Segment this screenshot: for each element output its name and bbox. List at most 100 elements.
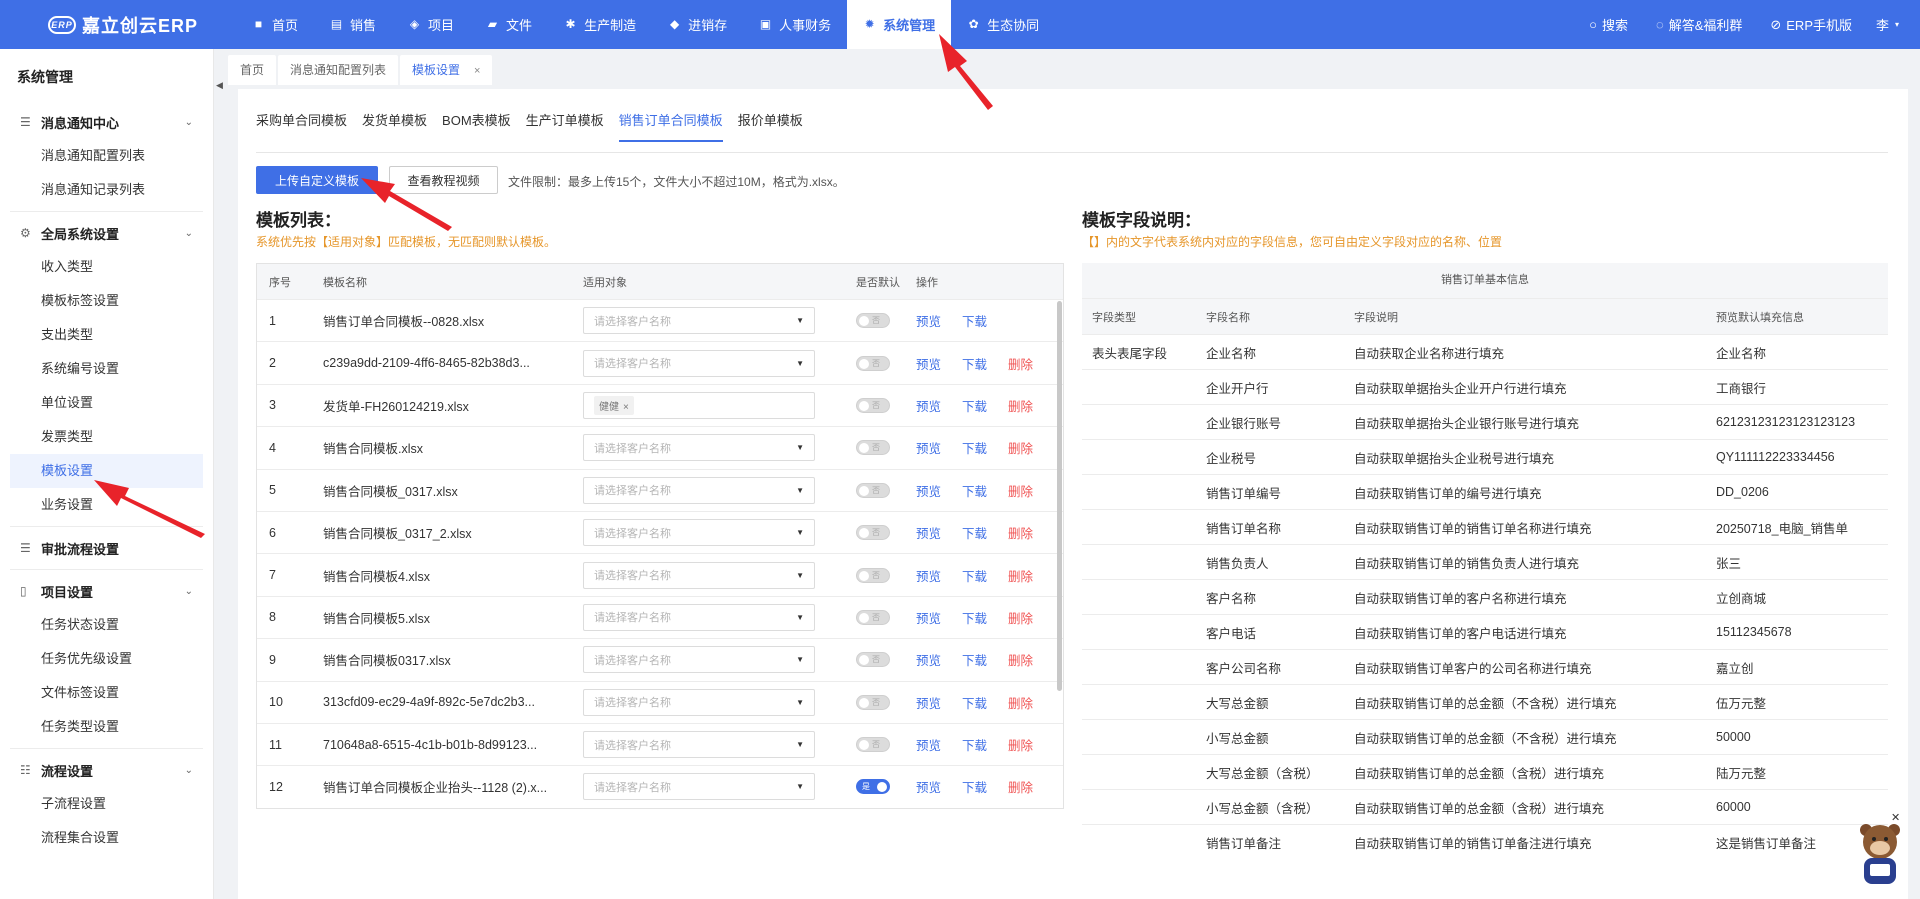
sidebar-item-task-status[interactable]: 任务状态设置 [0, 608, 213, 642]
upload-template-button[interactable]: 上传自定义模板 [256, 166, 378, 194]
nav-item-5[interactable]: ◆ 进销存 [652, 0, 743, 49]
nav-item-6[interactable]: ▣ 人事财务 [743, 0, 847, 49]
preview-link[interactable]: 预览 [916, 608, 941, 627]
preview-link[interactable]: 预览 [916, 566, 941, 585]
tab-home[interactable]: 首页 [228, 55, 277, 85]
app-logo[interactable]: ERP 嘉立创云ERP [0, 0, 236, 49]
mobile-app-button[interactable]: ⊘ ERP手机版 [1756, 15, 1866, 34]
download-link[interactable]: 下载 [962, 650, 987, 669]
subtab-5[interactable]: 报价单模板 [738, 110, 818, 143]
sidebar-group-global[interactable]: ⚙ 全局系统设置 ⌄ [0, 216, 213, 250]
sidebar-group-flow[interactable]: ☷ 流程设置 ⌄ [0, 753, 213, 787]
delete-link[interactable]: 删除 [1008, 608, 1033, 627]
delete-link[interactable]: 删除 [1008, 566, 1033, 585]
nav-item-3[interactable]: ▰ 文件 [470, 0, 548, 49]
customer-select[interactable]: 请选择客户名称 ▼ [583, 603, 815, 631]
sidebar-item-message-records[interactable]: 消息通知记录列表 [0, 173, 213, 207]
download-link[interactable]: 下载 [962, 354, 987, 373]
delete-link[interactable]: 删除 [1008, 650, 1033, 669]
download-link[interactable]: 下载 [962, 523, 987, 542]
delete-link[interactable]: 删除 [1008, 438, 1033, 457]
nav-item-7[interactable]: ✹ 系统管理 [847, 0, 952, 49]
download-link[interactable]: 下载 [962, 481, 987, 500]
sidebar-item-units[interactable]: 单位设置 [0, 386, 213, 420]
customer-select[interactable]: 请选择客户名称 ▼ [583, 476, 815, 504]
default-switch[interactable]: 否 [856, 694, 890, 710]
sidebar-item-task-priority[interactable]: 任务优先级设置 [0, 642, 213, 676]
subtab-4[interactable]: 销售订单合同模板 [618, 110, 738, 143]
preview-link[interactable]: 预览 [916, 650, 941, 669]
delete-link[interactable]: 删除 [1008, 777, 1033, 796]
default-switch[interactable]: 否 [856, 482, 890, 498]
download-link[interactable]: 下载 [962, 608, 987, 627]
search-button[interactable]: ○ 搜索 [1575, 15, 1642, 34]
sidebar-item-template-settings[interactable]: 模板设置 [10, 454, 203, 488]
default-switch[interactable]: 否 [856, 567, 890, 583]
delete-link[interactable]: 删除 [1008, 693, 1033, 712]
customer-select[interactable]: 请选择客户名称 ▼ [583, 773, 815, 801]
customer-select[interactable]: 请选择客户名称 ▼ [583, 688, 815, 716]
delete-link[interactable]: 删除 [1008, 354, 1033, 373]
sidebar-item-business[interactable]: 业务设置 [0, 488, 213, 522]
preview-link[interactable]: 预览 [916, 396, 941, 415]
default-switch[interactable]: 否 [856, 525, 890, 541]
sidebar-item-file-tags[interactable]: 文件标签设置 [0, 676, 213, 710]
nav-item-2[interactable]: ◈ 项目 [392, 0, 470, 49]
sidebar-group-project[interactable]: ▯ 项目设置 ⌄ [0, 574, 213, 608]
customer-select[interactable]: 请选择客户名称 ▼ [583, 519, 815, 547]
customer-select[interactable]: 请选择客户名称 ▼ [583, 307, 815, 335]
customer-select[interactable]: 请选择客户名称 ▼ [583, 646, 815, 674]
sidebar-item-task-type[interactable]: 任务类型设置 [0, 710, 213, 744]
preview-link[interactable]: 预览 [916, 777, 941, 796]
close-mascot-icon[interactable]: ✕ [1891, 811, 1900, 824]
subtab-3[interactable]: 生产订单模板 [526, 110, 619, 143]
preview-link[interactable]: 预览 [916, 523, 941, 542]
helper-mascot-icon[interactable] [1852, 818, 1908, 888]
delete-link[interactable]: 删除 [1008, 396, 1033, 415]
table-scrollbar[interactable] [1057, 301, 1062, 691]
tab-message-config[interactable]: 消息通知配置列表 [278, 55, 399, 85]
sidebar-item-message-config[interactable]: 消息通知配置列表 [0, 139, 213, 173]
default-switch[interactable]: 是 [856, 779, 890, 795]
sidebar-group-approval[interactable]: ☰ 审批流程设置 [0, 531, 213, 565]
sidebar-item-subflow[interactable]: 子流程设置 [0, 787, 213, 821]
download-link[interactable]: 下载 [962, 438, 987, 457]
download-link[interactable]: 下载 [962, 777, 987, 796]
sidebar-item-flow-collection[interactable]: 流程集合设置 [0, 821, 213, 855]
sidebar-group-message[interactable]: ☰ 消息通知中心 ⌄ [0, 105, 213, 139]
delete-link[interactable]: 删除 [1008, 481, 1033, 500]
download-link[interactable]: 下载 [962, 566, 987, 585]
subtab-1[interactable]: 发货单模板 [362, 110, 442, 143]
preview-link[interactable]: 预览 [916, 311, 941, 330]
tag-close-icon[interactable]: × [623, 402, 629, 413]
preview-link[interactable]: 预览 [916, 693, 941, 712]
nav-item-1[interactable]: ▤ 销售 [314, 0, 392, 49]
sidebar-item-expense-type[interactable]: 支出类型 [0, 318, 213, 352]
sidebar-item-numbering[interactable]: 系统编号设置 [0, 352, 213, 386]
close-icon[interactable]: × [474, 65, 480, 77]
sidebar-item-invoice-type[interactable]: 发票类型 [0, 420, 213, 454]
preview-link[interactable]: 预览 [916, 481, 941, 500]
default-switch[interactable]: 否 [856, 737, 890, 753]
collapse-sidebar-icon[interactable]: ◀ [216, 80, 226, 100]
nav-item-0[interactable]: ■ 首页 [236, 0, 314, 49]
nav-item-8[interactable]: ✿ 生态协同 [951, 0, 1055, 49]
default-switch[interactable]: 否 [856, 440, 890, 456]
download-link[interactable]: 下载 [962, 693, 987, 712]
delete-link[interactable]: 删除 [1008, 735, 1033, 754]
sidebar-item-template-tags[interactable]: 模板标签设置 [0, 284, 213, 318]
delete-link[interactable]: 删除 [1008, 523, 1033, 542]
download-link[interactable]: 下载 [962, 311, 987, 330]
subtab-2[interactable]: BOM表模板 [442, 110, 526, 143]
customer-select[interactable]: 请选择客户名称 ▼ [583, 731, 815, 759]
customer-select[interactable]: 请选择客户名称 ▼ [583, 349, 815, 377]
nav-item-4[interactable]: ✱ 生产制造 [548, 0, 652, 49]
subtab-0[interactable]: 采购单合同模板 [256, 110, 362, 143]
default-switch[interactable]: 否 [856, 652, 890, 668]
customer-select[interactable]: 请选择客户名称 ▼ [583, 434, 815, 462]
preview-link[interactable]: 预览 [916, 438, 941, 457]
tutorial-video-button[interactable]: 查看教程视频 [389, 166, 498, 194]
download-link[interactable]: 下载 [962, 396, 987, 415]
user-avatar[interactable]: 李 ▾ [1876, 14, 1899, 36]
default-switch[interactable]: 否 [856, 609, 890, 625]
